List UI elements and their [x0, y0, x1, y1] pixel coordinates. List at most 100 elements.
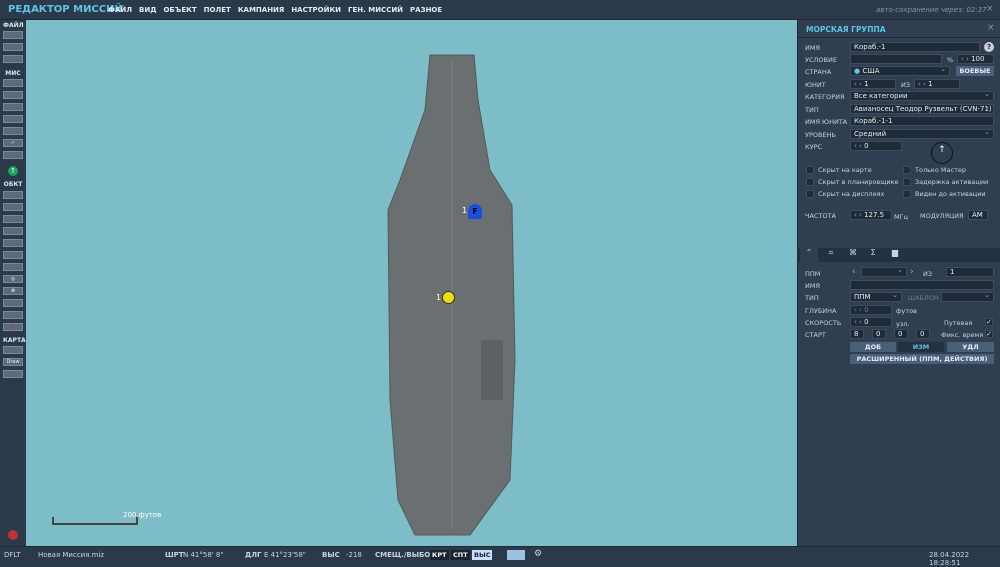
prev-waypoint-button[interactable]: ‹ — [852, 267, 856, 277]
unit-stepper[interactable]: ‹ › 1 — [850, 79, 896, 89]
measure-icon[interactable] — [3, 370, 23, 378]
hidden-on-map-checkbox[interactable] — [806, 166, 814, 174]
resources-icon[interactable] — [3, 151, 23, 159]
name-field[interactable]: Кораб.-1 — [850, 42, 980, 52]
ship-icon[interactable] — [3, 215, 23, 223]
frequency-stepper[interactable]: ‹ › 127.5 — [850, 210, 892, 220]
start-seconds[interactable]: 0 — [894, 329, 908, 339]
skill-select[interactable]: Средний — [850, 128, 994, 139]
weather-icon[interactable] — [3, 91, 23, 99]
game-master-only-checkbox[interactable] — [903, 166, 911, 174]
waypoint-select[interactable] — [861, 266, 907, 277]
type-select[interactable]: Авианосец Теодор Рузвельт (CVN-71) — [850, 103, 994, 114]
menu-misc[interactable]: РАЗНОЕ — [410, 6, 442, 14]
next-waypoint-button[interactable]: › — [910, 267, 914, 277]
menu-file[interactable]: ФАЙЛ — [108, 6, 132, 14]
checkbox-label: Скрыт на дисплеях — [818, 190, 885, 198]
train-icon[interactable] — [3, 251, 23, 259]
late-activation-checkbox[interactable] — [903, 178, 911, 186]
knots-label: узл. — [896, 320, 910, 328]
briefing-icon[interactable] — [3, 79, 23, 87]
start-minutes[interactable]: 0 — [872, 329, 886, 339]
start-hours[interactable]: 8 — [850, 329, 864, 339]
layers-icon[interactable] — [507, 550, 525, 560]
power-icon[interactable] — [8, 530, 18, 540]
template-icon[interactable] — [3, 263, 23, 271]
modulation-select[interactable]: AM — [968, 209, 988, 220]
checkbox-label: Задержка активации — [915, 178, 989, 186]
carrier-unit-marker[interactable]: F — [468, 204, 482, 219]
shapes-icon[interactable] — [3, 311, 23, 319]
hidden-on-displays-checkbox[interactable] — [806, 190, 814, 198]
category-select[interactable]: Все категории — [850, 90, 994, 101]
edit-waypoint-button[interactable]: ИЗМ — [898, 342, 944, 352]
tab-airbase[interactable]: ▆ — [886, 248, 904, 262]
add-waypoint-button[interactable]: ДОБ — [850, 342, 896, 352]
close-icon[interactable]: × — [986, 4, 994, 14]
tab-route[interactable]: ⌃ — [800, 248, 818, 262]
datetime: 28.04.2022 18:28:51 — [929, 551, 970, 567]
depth-stepper[interactable]: ‹ › 0 — [850, 305, 892, 315]
satellite-button[interactable]: СПТ — [451, 550, 470, 560]
tab-payload[interactable]: ⌘ — [844, 248, 862, 262]
map-button[interactable]: КРТ — [430, 550, 449, 560]
nav-point-icon[interactable]: ⊗ — [3, 287, 23, 295]
route-checkbox[interactable]: ✓ — [985, 318, 993, 326]
menu-mission-gen[interactable]: ГЕН. МИССИЙ — [348, 6, 403, 14]
group-icon[interactable] — [3, 299, 23, 307]
hidden-in-planner-checkbox[interactable] — [806, 178, 814, 186]
close-icon[interactable]: × — [987, 23, 995, 33]
menu-object[interactable]: ОБЪЕКТ — [163, 6, 196, 14]
menu-settings[interactable]: НАСТРОЙКИ — [291, 6, 341, 14]
altitude-button[interactable]: ВЫС — [472, 550, 493, 560]
condition-field[interactable] — [850, 54, 942, 64]
ruler-icon[interactable] — [3, 346, 23, 354]
probability-stepper[interactable]: ‹ › 100 — [957, 54, 994, 64]
draw-button[interactable]: Draw — [3, 358, 23, 366]
open-folder-icon[interactable] — [3, 43, 23, 51]
goals-icon[interactable] — [3, 127, 23, 135]
delete-icon[interactable]: ✕ — [3, 323, 23, 331]
fixed-time-checkbox[interactable]: ✓ — [985, 330, 993, 338]
menu-flight[interactable]: ПОЛЕТ — [204, 6, 231, 14]
menu-view[interactable]: ВИД — [139, 6, 156, 14]
settings-icon[interactable]: ⚙ — [534, 549, 542, 559]
ship-unit-marker[interactable] — [442, 291, 455, 304]
help-icon[interactable]: ? — [984, 42, 994, 52]
new-file-icon[interactable] — [3, 31, 23, 39]
speed-stepper[interactable]: ‹ › 0 — [850, 317, 892, 327]
menu-campaign[interactable]: КАМПАНИЯ — [238, 6, 285, 14]
section-objects: ОБКТ — [3, 181, 23, 188]
check-icon[interactable]: ✓ — [3, 139, 23, 147]
delete-waypoint-button[interactable]: УДЛ — [947, 342, 994, 352]
heading-dial[interactable]: ↑ — [931, 142, 953, 164]
country-select[interactable]: ● США — [850, 65, 950, 76]
visible-before-activation-checkbox[interactable] — [903, 190, 911, 198]
lat-label: ШРТ — [165, 551, 184, 559]
wp-type-select[interactable]: ППМ — [850, 291, 902, 302]
app-title: РЕДАКТОР МИССИЙ — [8, 4, 123, 15]
wp-name-field[interactable] — [850, 280, 994, 290]
vehicle-icon[interactable] — [3, 227, 23, 235]
of-label: ИЗ — [901, 81, 911, 89]
combat-button[interactable]: БОЕВЫЕ — [956, 66, 994, 76]
tab-summary[interactable]: Σ — [864, 248, 882, 262]
unit-name-field[interactable]: Кораб.-1-1 — [850, 116, 994, 126]
profile-select[interactable]: DFLT — [4, 551, 21, 559]
unit-count-stepper[interactable]: ‹ › 1 — [914, 79, 960, 89]
plane-icon[interactable] — [3, 191, 23, 199]
save-icon[interactable] — [3, 55, 23, 63]
start-days[interactable]: 0 — [916, 329, 930, 339]
tab-targets[interactable]: ⌗ — [822, 248, 840, 262]
heading-stepper[interactable]: ‹ › 0 — [850, 141, 902, 151]
static-icon[interactable] — [3, 239, 23, 247]
map-view[interactable]: 1 F 1 200 футов — [26, 20, 797, 546]
template-select[interactable] — [941, 291, 994, 302]
trigger-icon[interactable] — [3, 115, 23, 123]
coalition-icon[interactable]: ↑ — [8, 166, 18, 176]
unit-label: 1 — [436, 293, 442, 302]
helicopter-icon[interactable] — [3, 203, 23, 211]
route-icon[interactable] — [3, 103, 23, 111]
zone-icon[interactable]: ◎ — [3, 275, 23, 283]
advanced-actions-button[interactable]: РАСШИРЕННЫЙ (ППМ, ДЕЙСТВИЯ) — [850, 354, 994, 364]
